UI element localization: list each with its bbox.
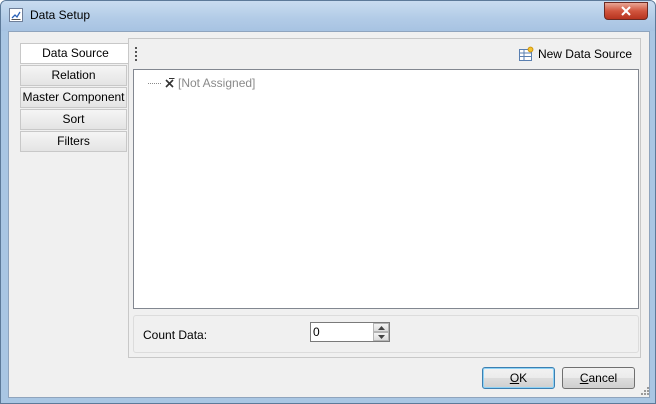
tab-label: Master Component xyxy=(22,90,125,104)
tab-filters[interactable]: Filters xyxy=(20,131,127,152)
new-data-source-label: New Data Source xyxy=(537,47,632,61)
ok-button[interactable]: OK xyxy=(482,367,555,389)
cancel-button[interactable]: Cancel xyxy=(562,367,635,389)
tab-label: Filters xyxy=(57,134,90,148)
spin-down-button[interactable] xyxy=(373,332,389,341)
title-bar[interactable]: Data Setup xyxy=(1,1,655,31)
count-data-area: Count Data: xyxy=(133,315,639,353)
tab-data-source[interactable]: Data Source xyxy=(20,43,130,64)
ok-mnemonic: O xyxy=(509,371,520,385)
cancel-label-rest: ancel xyxy=(588,371,618,385)
tab-label: Relation xyxy=(51,68,96,82)
window-title: Data Setup xyxy=(30,8,91,22)
resize-grip[interactable] xyxy=(641,387,649,395)
close-icon xyxy=(621,6,631,16)
new-data-source-icon xyxy=(518,46,534,61)
toolbar: New Data Source xyxy=(133,41,638,67)
tab-master-component[interactable]: Master Component xyxy=(20,87,127,108)
spin-up-button[interactable] xyxy=(373,323,389,332)
data-setup-window: Data Setup Data Source Relation Master C… xyxy=(0,0,656,404)
delete-x-icon xyxy=(165,77,175,88)
close-button[interactable] xyxy=(604,2,648,20)
tree-item-label: [Not Assigned] xyxy=(178,76,256,90)
count-data-label: Count Data: xyxy=(143,328,208,342)
tab-sort[interactable]: Sort xyxy=(20,109,127,130)
new-data-source-button[interactable]: New Data Source xyxy=(518,41,638,67)
count-data-input[interactable] xyxy=(313,324,371,339)
tab-relation[interactable]: Relation xyxy=(20,65,127,86)
tree-connector xyxy=(148,82,161,84)
data-source-panel: New Data Source [Not Assigned] Count Dat… xyxy=(128,38,641,358)
chevron-down-icon xyxy=(378,335,385,339)
chevron-up-icon xyxy=(378,326,385,330)
data-source-tree[interactable]: [Not Assigned] xyxy=(133,69,639,309)
dialog-client: Data Source Relation Master Component So… xyxy=(8,31,650,398)
tree-item[interactable]: [Not Assigned] xyxy=(148,76,255,90)
tab-label: Sort xyxy=(62,112,85,126)
toolbar-grip[interactable] xyxy=(135,47,137,61)
ok-label-rest: K xyxy=(519,371,528,385)
count-data-spinner[interactable] xyxy=(310,322,390,342)
chart-icon xyxy=(9,8,23,22)
tab-label: Data Source xyxy=(42,46,109,60)
